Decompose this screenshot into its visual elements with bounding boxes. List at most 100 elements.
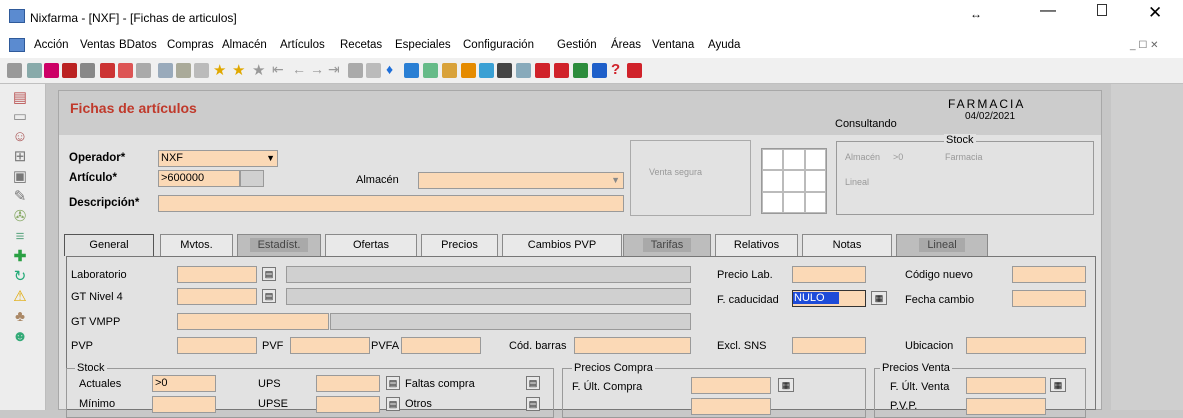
help-icon[interactable]: ? xyxy=(611,61,620,78)
tools-side-icon[interactable]: ✇ xyxy=(11,208,29,226)
tab-lineal[interactable]: Lineal xyxy=(896,234,988,256)
chart-side-icon[interactable]: ♣ xyxy=(11,308,29,326)
prev-record-icon[interactable]: ← xyxy=(292,61,306,77)
menu-compras[interactable]: Compras xyxy=(167,39,214,51)
chevron-down-icon[interactable]: ▼ xyxy=(266,151,275,166)
binoculars-icon[interactable] xyxy=(80,63,95,78)
menu-recetas[interactable]: Recetas xyxy=(340,39,382,51)
menu-bdatos[interactable]: BDatos xyxy=(119,39,157,51)
minimo-input[interactable] xyxy=(152,396,216,413)
tab-ofertas[interactable]: Ofertas xyxy=(325,234,417,256)
actuales-input[interactable]: >0 xyxy=(152,375,216,392)
menu-ayuda[interactable]: Ayuda xyxy=(708,39,740,51)
menu-especiales[interactable]: Especiales xyxy=(395,39,451,51)
tab-cambios-pvp[interactable]: Cambios PVP xyxy=(502,234,622,256)
search-icon[interactable] xyxy=(194,63,209,78)
lookup-icon[interactable]: ▤ xyxy=(262,289,276,303)
excl-sns-input[interactable] xyxy=(792,337,866,354)
red-d-icon[interactable] xyxy=(554,63,569,78)
f-ult-compra-input[interactable] xyxy=(691,377,771,394)
settings-icon[interactable] xyxy=(366,63,381,78)
blue-c-icon[interactable] xyxy=(592,63,607,78)
almacen-select[interactable]: ▼ xyxy=(418,172,624,189)
upse-input[interactable] xyxy=(316,396,380,413)
f-ult-venta-input[interactable] xyxy=(966,377,1046,394)
star-add-icon[interactable]: ★ xyxy=(232,61,245,79)
lookup-icon[interactable]: ▤ xyxy=(386,397,400,411)
star-icon[interactable]: ★ xyxy=(213,61,226,79)
tab-notas[interactable]: Notas xyxy=(802,234,892,256)
refresh-icon[interactable]: ↻ xyxy=(11,268,29,286)
cart-side-icon[interactable]: ⊞ xyxy=(11,148,29,166)
home-icon[interactable] xyxy=(627,63,642,78)
printer-icon[interactable]: ▤ xyxy=(11,89,29,107)
close-button[interactable]: ✕ xyxy=(1148,3,1162,23)
box-icon[interactable]: ▣ xyxy=(11,168,29,186)
paste-icon[interactable] xyxy=(158,63,173,78)
lookup-icon[interactable]: ▤ xyxy=(526,397,540,411)
warning-icon[interactable]: ⚠ xyxy=(11,288,29,306)
user-icon[interactable]: ☺ xyxy=(11,128,29,146)
lookup-icon[interactable]: ▤ xyxy=(526,376,540,390)
tab-tarifas[interactable]: Tarifas xyxy=(623,234,711,256)
menu-areas[interactable]: Áreas xyxy=(611,39,641,51)
report-icon[interactable] xyxy=(516,63,531,78)
grid-icon[interactable] xyxy=(7,63,22,78)
copy-icon[interactable] xyxy=(136,63,151,78)
tab-relativos[interactable]: Relativos xyxy=(715,234,798,256)
location-icon[interactable]: ♦ xyxy=(386,61,393,77)
people-icon[interactable]: ☻ xyxy=(11,328,29,346)
lookup-icon[interactable]: ▤ xyxy=(262,267,276,281)
mdi-window-controls[interactable]: _ ☐ ✕ xyxy=(1130,40,1158,51)
last-record-icon[interactable]: ⇥ xyxy=(328,61,340,78)
tab-estadist[interactable]: Estadíst. xyxy=(237,234,321,256)
restore-arrows-icon[interactable]: ↔ xyxy=(970,7,982,21)
ups-input[interactable] xyxy=(316,375,380,392)
list-icon[interactable] xyxy=(176,63,191,78)
calendar-picker-icon[interactable]: ▦ xyxy=(778,378,794,392)
first-record-icon[interactable]: ⇤ xyxy=(272,61,284,78)
table-icon[interactable] xyxy=(27,63,42,78)
cards-icon[interactable]: ▭ xyxy=(11,108,29,126)
lookup-icon[interactable]: ▤ xyxy=(386,376,400,390)
next-record-icon[interactable]: → xyxy=(310,61,324,77)
page-icon[interactable] xyxy=(479,63,494,78)
menu-ventana[interactable]: Ventana xyxy=(652,39,694,51)
pvp-input[interactable] xyxy=(177,337,257,354)
tab-precios[interactable]: Precios xyxy=(421,234,498,256)
descripcion-input[interactable] xyxy=(158,195,624,212)
tab-mvtos[interactable]: Mvtos. xyxy=(160,234,233,256)
filter-icon[interactable] xyxy=(100,63,115,78)
codigo-nuevo-input[interactable] xyxy=(1012,266,1086,283)
document-icon[interactable] xyxy=(461,63,476,78)
chevron-down-icon[interactable]: ▼ xyxy=(611,173,620,188)
gt-vmpp-input[interactable] xyxy=(177,313,329,330)
list-side-icon[interactable]: ≡ xyxy=(11,228,29,246)
minimize-button[interactable]: — xyxy=(1040,2,1056,20)
record-icon[interactable] xyxy=(62,63,77,78)
calendar-picker-icon[interactable]: ▦ xyxy=(1050,378,1066,392)
cart-icon[interactable] xyxy=(497,63,512,78)
f-caducidad-input[interactable]: NULO xyxy=(792,290,866,307)
menu-almacen[interactable]: Almacén xyxy=(222,39,267,51)
precio-compra-input[interactable] xyxy=(691,398,771,415)
menu-ventas[interactable]: Ventas xyxy=(80,39,115,51)
pencil-icon[interactable]: ✎ xyxy=(11,188,29,206)
menu-accion[interactable]: Acción xyxy=(34,39,69,51)
tab-general[interactable]: General xyxy=(64,234,154,256)
fecha-cambio-input[interactable] xyxy=(1012,290,1086,307)
menu-articulos[interactable]: Artículos xyxy=(280,39,325,51)
calendar-icon[interactable] xyxy=(404,63,419,78)
menu-configuracion[interactable]: Configuración xyxy=(463,39,534,51)
gt-nivel4-input[interactable] xyxy=(177,288,257,305)
pvf-input[interactable] xyxy=(290,337,370,354)
folder-icon[interactable] xyxy=(442,63,457,78)
delete-icon[interactable] xyxy=(118,63,133,78)
green-t-icon[interactable] xyxy=(573,63,588,78)
ubicacion-input[interactable] xyxy=(966,337,1086,354)
red-s-icon[interactable] xyxy=(535,63,550,78)
laboratorio-input[interactable] xyxy=(177,266,257,283)
calendar-picker-icon[interactable]: ▦ xyxy=(871,291,887,305)
precio-lab-input[interactable] xyxy=(792,266,866,283)
cod-barras-input[interactable] xyxy=(574,337,691,354)
